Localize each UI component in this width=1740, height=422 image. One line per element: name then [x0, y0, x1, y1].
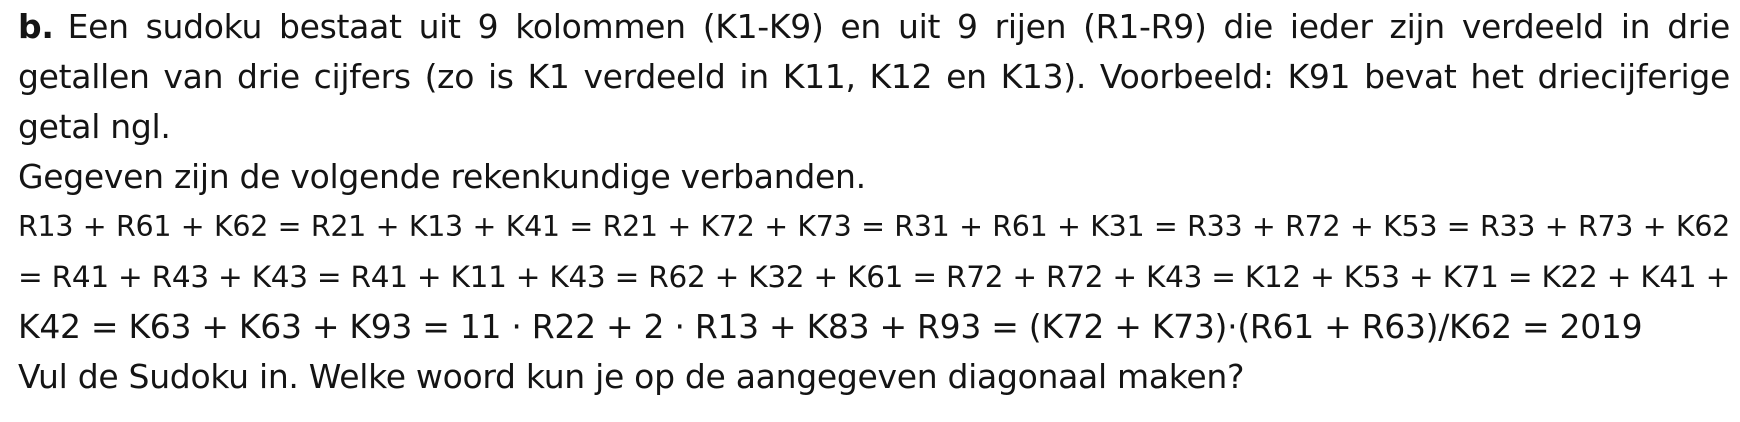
intro-text: Een sudoku bestaat uit 9 kolommen (K1-K9…: [67, 7, 1731, 46]
equation-line-2: = R41 + R43 + K43 = R41 + K11 + K43 = R6…: [18, 260, 1730, 294]
text-line-1: b. Een sudoku bestaat uit 9 kolommen (K1-…: [18, 2, 1730, 52]
equation-line-3: K42 = K63 + K63 + K93 = 11 · R22 + 2 · R…: [18, 307, 1643, 346]
question-line: Vul de Sudoku in. Welke woord kun je op …: [18, 357, 1245, 396]
text-line-3: getal ngl.: [18, 107, 171, 146]
equation-line-1: R13 + R61 + K62 = R21 + K13 + K41 = R21 …: [18, 210, 1730, 243]
text-line-4: Gegeven zijn de volgende rekenkundige ve…: [18, 157, 866, 196]
text-line-2: getallen van drie cijfers (zo is K1 verd…: [18, 57, 1730, 96]
question-marker: b.: [18, 7, 54, 46]
puzzle-text-block: b. Een sudoku bestaat uit 9 kolommen (K1-…: [18, 2, 1730, 402]
